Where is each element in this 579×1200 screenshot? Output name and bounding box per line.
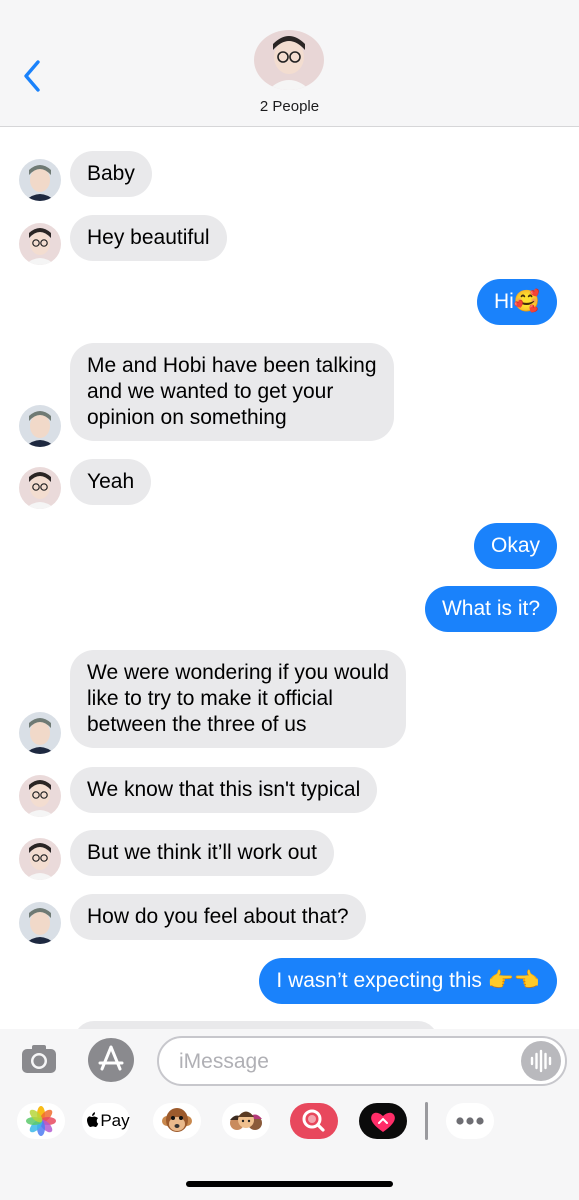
message-row: Yeah — [0, 459, 579, 509]
avatar[interactable] — [19, 467, 61, 509]
message-row: But we think it’ll work out — [0, 830, 579, 880]
message-row: How do you feel about that? — [0, 894, 579, 944]
outgoing-message[interactable]: What is it? — [424, 586, 557, 632]
image-search-app-button[interactable] — [290, 1103, 338, 1139]
incoming-message[interactable]: How do you feel about that? — [70, 894, 366, 940]
photos-icon — [26, 1106, 56, 1136]
chevron-left-icon — [24, 60, 40, 92]
message-input-field[interactable] — [157, 1036, 567, 1086]
avatar[interactable] — [19, 712, 61, 754]
incoming-message[interactable]: Yeah — [70, 459, 152, 505]
avatar[interactable] — [19, 902, 61, 944]
incoming-message[interactable]: But we think it’ll work out — [70, 830, 334, 876]
outgoing-message[interactable]: Hi🥰 — [477, 279, 557, 325]
app-store-icon — [98, 1045, 124, 1071]
incoming-message-partial — [74, 1021, 438, 1029]
more-icon — [456, 1117, 484, 1125]
message-row: I wasn’t expecting this 👉👈 — [0, 958, 579, 1008]
digital-touch-app-button[interactable] — [359, 1103, 407, 1139]
avatar[interactable] — [19, 223, 61, 265]
fitness-icon — [371, 1112, 395, 1132]
back-button[interactable] — [20, 58, 46, 94]
incoming-message[interactable]: Hey beautiful — [70, 215, 227, 261]
camera-button[interactable] — [20, 1041, 58, 1077]
message-row: Okay — [0, 523, 579, 573]
message-row: Baby — [0, 151, 579, 201]
composer-bar — [0, 1029, 579, 1091]
incoming-message[interactable]: We were wondering if you would like to t… — [70, 650, 406, 748]
incoming-message[interactable]: Me and Hobi have been talking and we wan… — [70, 343, 394, 441]
waveform-icon — [530, 1049, 552, 1073]
image-search-icon — [302, 1109, 325, 1132]
drawer-divider — [425, 1102, 428, 1140]
animoji-app-button[interactable] — [153, 1103, 201, 1139]
message-row: We were wondering if you would like to t… — [0, 650, 579, 754]
memoji-app-button[interactable] — [222, 1103, 270, 1139]
imessage-app-drawer: Pay — [0, 1091, 579, 1200]
group-avatar[interactable] — [254, 30, 324, 90]
message-row: Hi🥰 — [0, 279, 579, 329]
photos-app-button[interactable] — [17, 1103, 65, 1139]
outgoing-message[interactable]: I wasn’t expecting this 👉👈 — [259, 958, 557, 1004]
message-row: We know that this isn't typical — [0, 767, 579, 817]
avatar[interactable] — [19, 159, 61, 201]
avatar[interactable] — [19, 838, 61, 880]
animoji-icon — [162, 1108, 192, 1132]
memoji-icon — [230, 1111, 262, 1130]
message-thread[interactable]: Baby Hey beautiful Hi🥰 Me and Hobi have … — [0, 127, 579, 1029]
message-row: Me and Hobi have been talking and we wan… — [0, 343, 579, 447]
message-row: Hey beautiful — [0, 215, 579, 265]
message-row: What is it? — [0, 586, 579, 636]
avatar[interactable] — [19, 405, 61, 447]
more-apps-button[interactable] — [446, 1103, 494, 1139]
app-store-button[interactable] — [88, 1038, 134, 1082]
camera-icon — [22, 1045, 56, 1073]
audio-message-button[interactable] — [521, 1041, 561, 1081]
apple-pay-label: Pay — [100, 1111, 130, 1130]
message-input[interactable] — [179, 1048, 509, 1076]
incoming-message[interactable]: Baby — [70, 151, 152, 197]
group-participants-label[interactable]: 2 People — [0, 98, 579, 115]
outgoing-message[interactable]: Okay — [473, 523, 557, 569]
conversation-header: 2 People — [0, 0, 579, 127]
incoming-message[interactable]: We know that this isn't typical — [70, 767, 378, 813]
home-indicator[interactable] — [186, 1181, 393, 1187]
avatar[interactable] — [19, 775, 61, 817]
apple-pay-app-button[interactable]: Pay — [82, 1103, 130, 1139]
